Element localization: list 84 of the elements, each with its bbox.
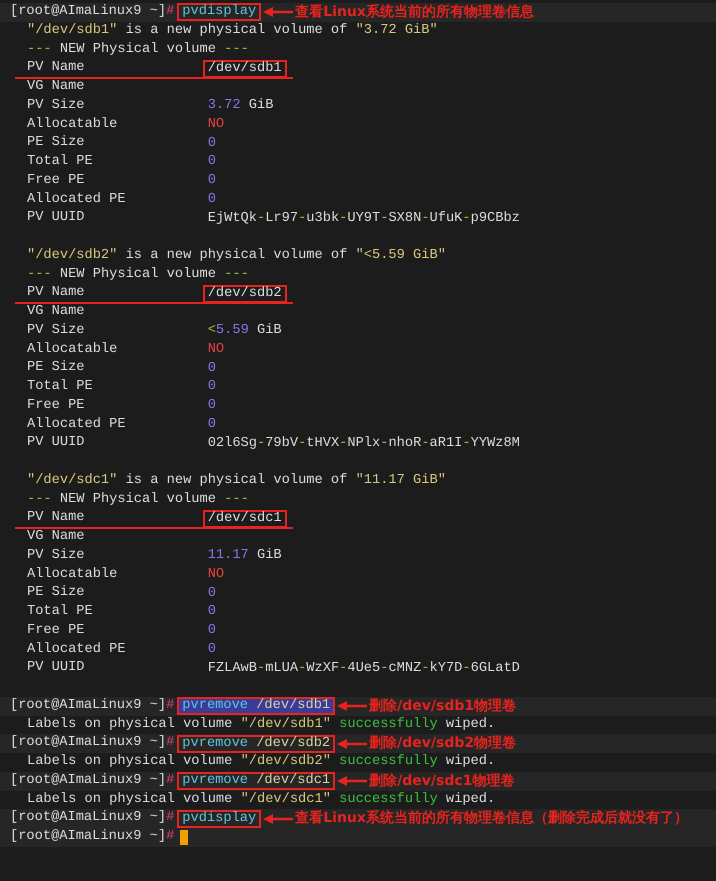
field-label: PE Size [27,134,86,152]
field-label: Total PE [27,153,94,171]
field-label: VG Name [27,78,86,96]
annotation-arrow [263,814,294,824]
field-label: PV Size [27,322,86,340]
field-label: PV Name [27,59,86,78]
field-value: EjWtQk-Lr97-u3bk-UY9T-SX8N-UfuK-p9CBbz [206,210,521,228]
annotation-text: 查看Linux系统当前的所有物理卷信息 [295,3,534,22]
annotation-arrow [337,776,368,786]
field-label: VG Name [27,303,86,321]
field-value: 02l6Sg-79bV-tHVX-NPlx-nhoR-aR1I-YYWz8M [206,434,521,453]
prompt-symbol: # [166,696,174,715]
field-label: PV Name [27,284,86,302]
prompt-symbol: # [166,3,174,21]
annotation-arrow [337,701,368,712]
output-line: "/dev/sdc1" is a new physical volume of "11.17 GiB" [27,472,446,490]
field-label: PV UUID [27,659,86,678]
field-label: VG Name [27,528,86,546]
field-value: 3.72 GiB [206,97,274,116]
field-value: NO [206,566,226,584]
shell-prompt: [root@AImaLinux9 ~] [10,3,166,21]
annotation-arrow [263,7,294,18]
field-label: Free PE [27,172,86,190]
shell-prompt: [root@AImaLinux9 ~] [10,828,166,846]
field-value: 11.17 GiB [206,547,283,566]
output-line: "/dev/sdb2" is a new physical volume of "<5.59 GiB" [27,246,446,265]
field-label: Allocatable [27,566,118,584]
field-value: 0 [206,360,217,378]
field-label: Total PE [27,378,94,396]
command-text: pvdisplay [177,3,262,22]
field-value: 0 [206,134,217,153]
shell-prompt: [root@AImaLinux9 ~] [10,734,166,752]
output-line: "/dev/sdb1" is a new physical volume of "3.72 GiB" [27,22,438,40]
field-label: PV Name [27,509,86,528]
field-label: PE Size [27,584,86,602]
output-line: Labels on physical volume "/dev/sdb2" successfully wiped. [27,753,496,771]
field-value: NO [206,116,226,134]
prompt-symbol: # [166,809,174,828]
field-value: 0 [206,416,217,434]
field-label: Total PE [27,603,94,621]
field-label: PV Size [27,96,86,115]
annotation-text: 删除/dev/sdb2物理卷 [369,734,516,753]
field-value: 0 [206,622,217,640]
field-label: Allocated PE [27,416,127,434]
command-text: pvremove /dev/sdb2 [177,734,336,753]
field-label: PV Size [27,546,86,565]
field-value: 0 [206,640,217,659]
command-text: pvremove /dev/sdb1 [177,697,336,716]
output-line: Labels on physical volume "/dev/sdc1" successfully wiped. [27,790,496,808]
annotation-text: 删除/dev/sdc1物理卷 [369,772,514,790]
prompt-symbol: # [166,772,174,790]
field-value: 0 [206,378,217,396]
field-label: PV UUID [27,209,86,228]
field-value: 0 [206,190,217,209]
field-label: Allocated PE [27,190,127,208]
field-label: Free PE [27,622,86,640]
field-value: 0 [206,172,217,190]
field-value: 0 [206,603,217,622]
field-label: Allocatable [27,116,118,134]
field-label: Allocated PE [27,640,127,658]
prompt-symbol: # [166,734,174,752]
field-value: 0 [206,153,217,172]
command-text: pvremove /dev/sdc1 [177,772,336,790]
annotation-arrow [337,738,368,749]
field-value: 0 [206,584,217,603]
field-value: FZLAwB-mLUA-WzXF-4Ue5-cMNZ-kY7D-6GLatD [206,660,521,678]
field-label: Free PE [27,396,86,415]
shell-prompt: [root@AImaLinux9 ~] [10,772,166,790]
shell-prompt: [root@AImaLinux9 ~] [10,696,166,715]
field-value: <5.59 GiB [206,322,283,340]
field-value: NO [206,340,226,359]
field-label: PV UUID [27,434,86,452]
shell-prompt: [root@AImaLinux9 ~] [10,809,166,828]
output-line: --- NEW Physical volume --- [27,490,249,508]
output-line: --- NEW Physical volume --- [27,266,249,284]
output-line: Labels on physical volume "/dev/sdb1" successfully wiped. [27,716,496,734]
field-label: Allocatable [27,340,118,358]
annotation-text: 删除/dev/sdb1物理卷 [369,696,516,716]
prompt-symbol: # [166,828,174,846]
annotation-text: 查看Linux系统当前的所有物理卷信息（删除完成后就没有了） [295,809,688,828]
output-line: --- NEW Physical volume --- [27,40,249,58]
field-label: PE Size [27,359,86,378]
command-text: pvdisplay [177,810,262,828]
field-value: 0 [206,397,217,416]
